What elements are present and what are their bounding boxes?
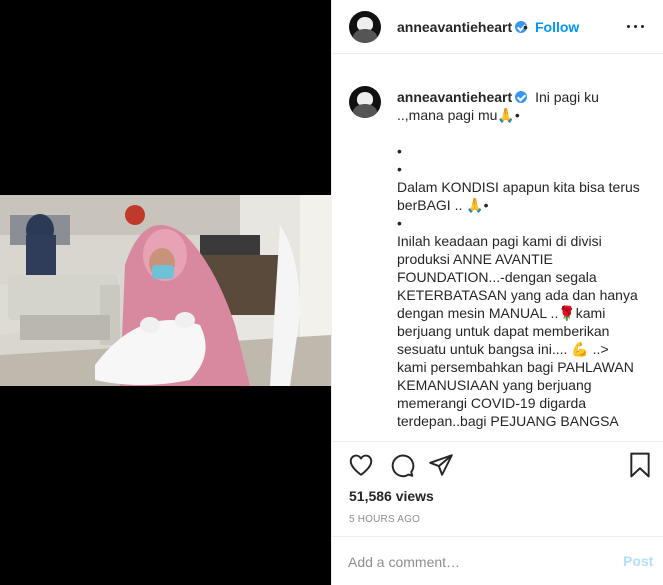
caption-line: • <box>397 143 402 159</box>
comments-area[interactable]: anneavantieheart Ini pagi ku ..,mana pag… <box>332 55 663 440</box>
separator: • <box>523 19 528 35</box>
post-header: anneavantieheart • Follow <box>332 0 663 54</box>
post-timestamp[interactable]: 5 HOURS AGO <box>349 514 420 525</box>
video-frame <box>0 195 331 386</box>
heart-icon[interactable] <box>348 452 374 478</box>
bookmark-icon[interactable] <box>629 452 651 478</box>
post-caption: anneavantieheart Ini pagi ku ..,mana pag… <box>397 88 649 430</box>
username-text[interactable]: anneavantieheart <box>397 19 512 35</box>
caption-username-text[interactable]: anneavantieheart <box>397 89 512 105</box>
caption-line: • <box>397 215 402 231</box>
video-player[interactable] <box>0 195 331 386</box>
username[interactable]: anneavantieheart <box>397 19 528 35</box>
view-count[interactable]: 51,586 views <box>349 488 434 504</box>
caption-avatar[interactable] <box>349 86 381 118</box>
comment-input[interactable] <box>348 551 603 573</box>
caption-line: kami persembahkan bagi PAHLAWAN KEMANUSI… <box>397 359 634 429</box>
share-icon[interactable] <box>428 452 454 478</box>
verified-badge-icon <box>515 91 528 103</box>
more-options-icon[interactable] <box>624 17 648 37</box>
comment-icon[interactable] <box>389 452 415 478</box>
post-side-panel: anneavantieheart • Follow anneavantiehea… <box>331 0 663 585</box>
add-comment-section: Post <box>332 536 663 585</box>
caption-line: Inilah keadaan pagi kami di divisi produ… <box>397 233 638 357</box>
post-media <box>0 0 331 585</box>
follow-button[interactable]: Follow <box>535 19 579 35</box>
post-comment-button[interactable]: Post <box>623 553 653 569</box>
post-actions: 51,586 views 5 HOURS AGO Post <box>332 441 663 585</box>
avatar[interactable] <box>349 11 381 43</box>
caption-line: Dalam KONDISI apapun kita bisa terus ber… <box>397 179 640 213</box>
caption-line: • <box>397 161 402 177</box>
caption-username[interactable]: anneavantieheart <box>397 89 528 105</box>
